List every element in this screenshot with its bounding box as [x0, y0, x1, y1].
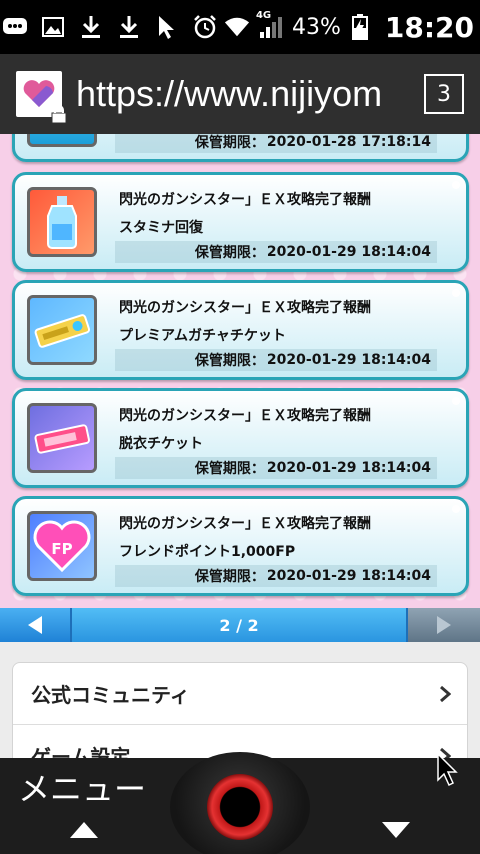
lock-icon [50, 105, 68, 124]
gift-card-expiry: 保管期限： 2020-01-29 18:14:04 [115, 241, 437, 263]
download-icon [116, 14, 142, 40]
wifi-icon [224, 14, 250, 40]
menu-item-label: 公式コミュニティ [31, 683, 190, 707]
expiry-label: 保管期限： [194, 461, 265, 477]
arrow-up-icon [70, 822, 98, 838]
download-icon [78, 14, 104, 40]
pagination-bar: 2 / 2 [0, 608, 480, 642]
unread-dot [452, 289, 460, 297]
prev-page-button[interactable] [0, 608, 70, 642]
scroll-down-button[interactable] [380, 820, 412, 844]
gift-card[interactable]: 保管期限： 2020-01-28 17:18:14 [12, 134, 469, 162]
gift-card-expiry: 保管期限： 2020-01-29 18:14:04 [115, 457, 437, 479]
unread-dot [452, 181, 460, 189]
gift-card-expiry: 保管期限： 2020-01-29 18:14:04 [115, 565, 437, 587]
arrow-left-icon [28, 616, 42, 634]
alarm-icon [192, 14, 218, 40]
browser-url-bar: https://www.nijiyom 3 [0, 54, 480, 134]
expiry-value: 2020-01-28 17:18:14 [266, 134, 431, 150]
bottom-nav: メニュー [0, 752, 480, 854]
messages-icon [2, 14, 28, 40]
expiry-label: 保管期限： [194, 353, 265, 369]
clock: 18:20 [384, 10, 474, 44]
stamina-bottle-icon [27, 187, 97, 257]
gift-card-item-name: スタミナ回復 [119, 220, 203, 236]
menu-item-official-community[interactable]: 公式コミュニティ [13, 663, 467, 725]
page-indicator: 2 / 2 [72, 608, 406, 642]
gift-card-title: 閃光のガンシスター」ＥＸ攻略完了報酬 [119, 516, 371, 532]
svg-text:FP: FP [51, 540, 72, 558]
scroll-up-button[interactable] [68, 820, 100, 844]
network-type-label: 4G [255, 10, 272, 21]
status-bar: 4G 43% 18:20 [0, 0, 480, 54]
gift-card-expiry: 保管期限： 2020-01-29 18:14:04 [115, 349, 437, 371]
signal-icon: 4G [256, 10, 286, 40]
chevron-right-icon [440, 685, 451, 703]
mouse-pointer-icon [436, 752, 460, 792]
record-ring-icon [207, 774, 273, 840]
next-page-button[interactable] [408, 608, 480, 642]
expiry-label: 保管期限： [194, 245, 265, 261]
unread-dot [452, 505, 460, 513]
home-button[interactable] [170, 752, 310, 854]
unread-dot [452, 397, 460, 405]
gift-box-list: 保管期限： 2020-01-28 17:18:14 閃光のガンシスター」ＥＸ攻略… [0, 134, 480, 608]
image-icon [40, 14, 66, 40]
gift-card[interactable]: 閃光のガンシスター」ＥＸ攻略完了報酬 スタミナ回復 保管期限： 2020-01-… [12, 172, 469, 272]
gift-card-item-name: 脱衣チケット [119, 436, 203, 452]
gift-card-item-name: フレンドポイント1,000FP [119, 544, 296, 560]
site-favicon[interactable] [16, 71, 67, 124]
gift-card-expiry: 保管期限： 2020-01-28 17:18:14 [115, 134, 437, 153]
expiry-label: 保管期限： [194, 569, 265, 585]
gift-card-item-name: プレミアムガチャチケット [119, 328, 286, 344]
gift-card[interactable]: 閃光のガンシスター」ＥＸ攻略完了報酬 プレミアムガチャチケット 保管期限： 20… [12, 280, 469, 380]
menu-button[interactable]: メニュー [18, 764, 146, 810]
cursor-icon [154, 14, 180, 40]
expiry-label: 保管期限： [194, 135, 265, 151]
gift-card[interactable]: 閃光のガンシスター」ＥＸ攻略完了報酬 脱衣チケット 保管期限： 2020-01-… [12, 388, 469, 488]
url-text[interactable]: https://www.nijiyom [76, 73, 416, 115]
tab-switcher-button[interactable]: 3 [424, 74, 464, 114]
expiry-value: 2020-01-29 18:14:04 [266, 568, 431, 584]
battery-percent: 43% [291, 14, 341, 40]
gift-card-title: 閃光のガンシスター」ＥＸ攻略完了報酬 [119, 300, 371, 316]
gift-card[interactable]: FP 閃光のガンシスター」ＥＸ攻略完了報酬 フレンドポイント1,000FP 保管… [12, 496, 469, 596]
gift-card-title: 閃光のガンシスター」ＥＸ攻略完了報酬 [119, 408, 371, 424]
gacha-ticket-icon [27, 295, 97, 365]
gift-card-title: 閃光のガンシスター」ＥＸ攻略完了報酬 [119, 192, 371, 208]
expiry-value: 2020-01-29 18:14:04 [266, 244, 431, 260]
arrow-right-icon [437, 616, 451, 634]
battery-charging-icon [347, 14, 373, 40]
expiry-value: 2020-01-29 18:14:04 [266, 352, 431, 368]
partial-item-icon [27, 134, 97, 147]
undress-ticket-icon [27, 403, 97, 473]
arrow-down-icon [382, 822, 410, 838]
expiry-value: 2020-01-29 18:14:04 [266, 460, 431, 476]
friend-point-icon: FP [27, 511, 97, 581]
